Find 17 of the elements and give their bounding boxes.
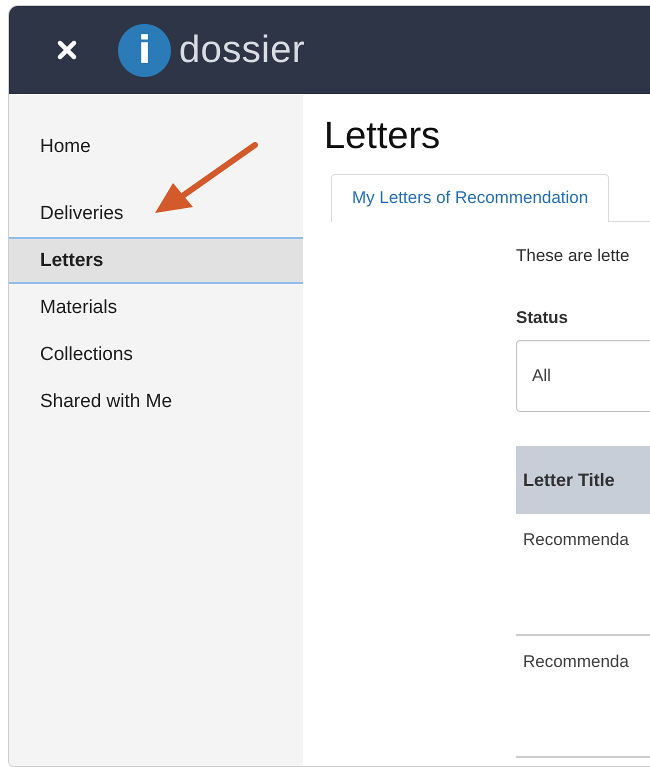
app-name: dossier: [179, 28, 305, 72]
sidebar-item[interactable]: Collections: [9, 331, 303, 378]
description-text: These are lette: [516, 245, 630, 267]
logo-icon: i: [118, 24, 171, 76]
tab[interactable]: My Letters of Recommendation: [331, 174, 610, 222]
status-dropdown[interactable]: All: [516, 340, 650, 412]
table-cell-text: Recommenda: [522, 530, 629, 550]
sidebar-item[interactable]: Deliveries: [9, 190, 303, 237]
sidebar-item[interactable]: Letters: [9, 237, 303, 284]
close-icon[interactable]: [57, 40, 77, 60]
table-cell-text: Recommenda: [522, 652, 629, 672]
sidebar-item[interactable]: Materials: [9, 284, 303, 331]
status-label: Status: [516, 307, 569, 329]
page-title: Letters: [324, 114, 442, 159]
sidebar-item[interactable]: Home: [9, 123, 303, 170]
column-header[interactable]: Letter Title: [516, 470, 615, 490]
sidebar-item[interactable]: Shared with Me: [9, 378, 303, 425]
